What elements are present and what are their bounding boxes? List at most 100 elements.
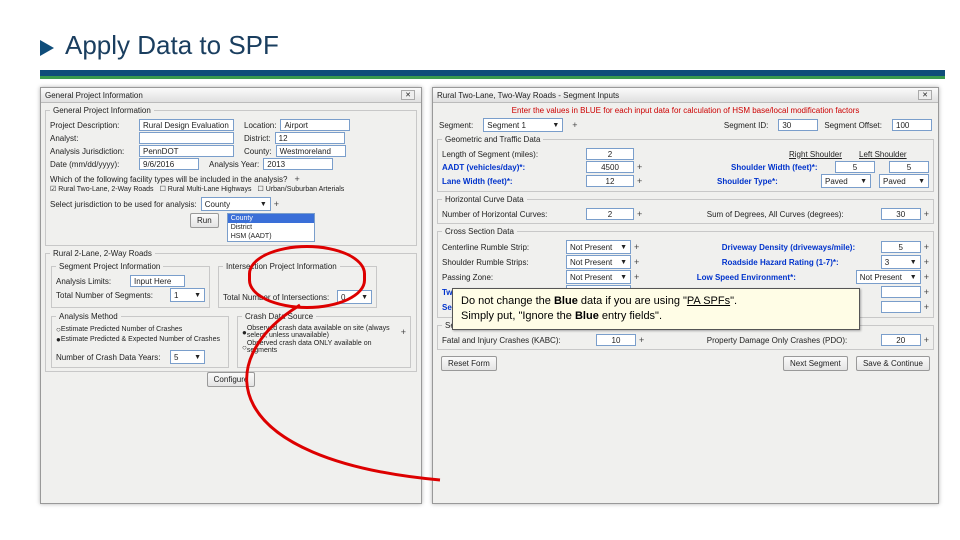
input-sh-width-r[interactable]: 5 [835, 161, 875, 173]
chevron-down-icon: ▼ [552, 122, 559, 129]
help-icon[interactable]: + [639, 335, 644, 345]
chevron-down-icon: ▼ [910, 259, 917, 266]
input-seg-id[interactable]: 30 [778, 119, 818, 131]
next-segment-button[interactable]: Next Segment [783, 356, 848, 371]
help-icon[interactable]: + [924, 335, 929, 345]
instruction-text: Enter the values in BLUE for each input … [433, 106, 938, 115]
help-icon[interactable]: + [924, 242, 929, 252]
label-project-desc: Project Description: [50, 121, 135, 130]
input-sum-degrees[interactable]: 30 [881, 208, 921, 220]
callout-text: data if you are using " [578, 295, 687, 307]
help-icon[interactable]: + [634, 242, 639, 252]
input-lane-width[interactable]: 12 [586, 175, 634, 187]
configure-button[interactable]: Configure [207, 372, 256, 387]
input-year[interactable]: 2013 [263, 158, 333, 170]
input-pdo-crashes[interactable]: 20 [881, 334, 921, 346]
cb3-label: Urban/Suburban Arterials [266, 186, 345, 193]
label-crash-years: Number of Crash Data Years: [56, 353, 166, 362]
select-jurisdiction[interactable]: County▼ [201, 197, 271, 211]
reset-form-button[interactable]: Reset Form [441, 356, 497, 371]
select-side-rumble[interactable]: Not Present▼ [566, 255, 631, 269]
select-rumble[interactable]: Not Present▼ [566, 240, 631, 254]
select-total-segments[interactable]: 1▼ [170, 288, 205, 302]
label-total-segments: Total Number of Segments: [56, 291, 166, 300]
chevron-down-icon: ▼ [860, 178, 867, 185]
help-icon[interactable]: + [924, 272, 929, 282]
legend-int-info: Intersection Project Information [223, 262, 340, 271]
input-project-desc[interactable]: Rural Design Evaluation [139, 119, 234, 131]
close-icon[interactable]: ✕ [401, 90, 415, 100]
label-sum-degrees: Sum of Degrees, All Curves (degrees): [707, 210, 877, 219]
input-county[interactable]: Westmoreland [276, 145, 346, 157]
input-date[interactable]: 9/6/2016 [139, 158, 199, 170]
checkbox-urban[interactable]: ☐ Urban/Suburban Arterials [257, 185, 344, 193]
select-hazard[interactable]: 3▼ [881, 255, 921, 269]
chevron-down-icon: ▼ [620, 259, 627, 266]
help-icon[interactable]: + [924, 257, 929, 267]
help-icon[interactable]: + [572, 120, 577, 130]
help-icon[interactable]: + [634, 272, 639, 282]
legend-curve: Horizontal Curve Data [442, 195, 527, 204]
input-calibration[interactable] [881, 301, 921, 313]
label-date: Date (mm/dd/yyyy): [50, 160, 135, 169]
help-icon[interactable]: + [924, 209, 929, 219]
select-juris-value: County [205, 200, 230, 209]
label-segment: Segment: [439, 121, 473, 130]
input-analyst[interactable] [139, 132, 234, 144]
select-passing[interactable]: Not Present▼ [566, 270, 631, 284]
rumble-value: Not Present [570, 243, 612, 252]
input-sh-width-l[interactable]: 5 [889, 161, 929, 173]
label-total-int: Total Number of Intersections: [223, 293, 333, 302]
help-icon[interactable]: + [294, 174, 299, 184]
list-item-selected[interactable]: County [228, 214, 314, 223]
select-crash-years[interactable]: 5▼ [170, 350, 205, 364]
input-length[interactable]: 2 [586, 148, 634, 160]
group-geometric-traffic: Geometric and Traffic Data Length of Seg… [437, 135, 934, 192]
input-grade[interactable] [881, 286, 921, 298]
input-num-curves[interactable]: 2 [586, 208, 634, 220]
select-sh-type-r[interactable]: Paved▼ [821, 174, 871, 188]
sub-segment-info: Segment Project Information Analysis Lim… [51, 262, 210, 308]
radio-predicted-label: Estimate Predicted Number of Crashes [61, 326, 182, 333]
select-sh-type-l[interactable]: Paved▼ [879, 174, 929, 188]
input-seg-offset[interactable]: 100 [892, 119, 932, 131]
close-icon[interactable]: ✕ [918, 90, 932, 100]
label-analyst: Analyst: [50, 134, 135, 143]
select-lowspeed[interactable]: Not Present▼ [856, 270, 921, 284]
header-left-shoulder: Left Shoulder [859, 150, 929, 159]
label-shoulder-type: Shoulder Type*: [717, 177, 817, 186]
list-item[interactable]: HSM (AADT) [228, 232, 314, 241]
input-location[interactable]: Airport [280, 119, 350, 131]
help-icon[interactable]: + [924, 287, 929, 297]
help-icon[interactable]: + [637, 209, 642, 219]
help-icon[interactable]: + [401, 327, 406, 337]
input-driveway[interactable]: 5 [881, 241, 921, 253]
select-segment[interactable]: Segment 1▼ [483, 118, 563, 132]
help-icon[interactable]: + [637, 176, 642, 186]
help-icon[interactable]: + [924, 302, 929, 312]
label-seg-id: Segment ID: [724, 121, 768, 130]
help-icon[interactable]: + [274, 199, 279, 209]
checkbox-rural-2lane[interactable]: ☑ Rural Two-Lane, 2-Way Roads [50, 185, 154, 193]
radio-obs2-label: Observed crash data ONLY available on se… [247, 340, 402, 354]
help-icon[interactable]: + [637, 162, 642, 172]
label-lowspeed: Low Speed Environment*: [697, 273, 852, 282]
passing-value: Not Present [570, 273, 612, 282]
run-button[interactable]: Run [190, 213, 219, 228]
input-aadt[interactable]: 4500 [586, 161, 634, 173]
input-jurisdiction[interactable]: PennDOT [139, 145, 234, 157]
label-location: Location: [244, 121, 276, 130]
label-juris-select: Select jurisdiction to be used for analy… [50, 200, 197, 209]
save-continue-button[interactable]: Save & Continue [856, 356, 930, 371]
list-item[interactable]: District [228, 223, 314, 232]
jurisdiction-dropdown-list[interactable]: County District HSM (AADT) [227, 213, 315, 242]
sub-crash-data-source: Crash Data Source ● Observed crash data … [237, 312, 411, 368]
label-shoulder-width: Shoulder Width (feet)*: [731, 163, 831, 172]
input-analysis-limits[interactable]: Input Here [130, 275, 185, 287]
select-total-int[interactable]: 0▼ [337, 290, 372, 304]
title-underline [40, 70, 945, 79]
help-icon[interactable]: + [634, 257, 639, 267]
input-district[interactable]: 12 [275, 132, 345, 144]
checkbox-rural-multi[interactable]: ☐ Rural Multi-Lane Highways [160, 185, 252, 193]
input-fi-crashes[interactable]: 10 [596, 334, 636, 346]
